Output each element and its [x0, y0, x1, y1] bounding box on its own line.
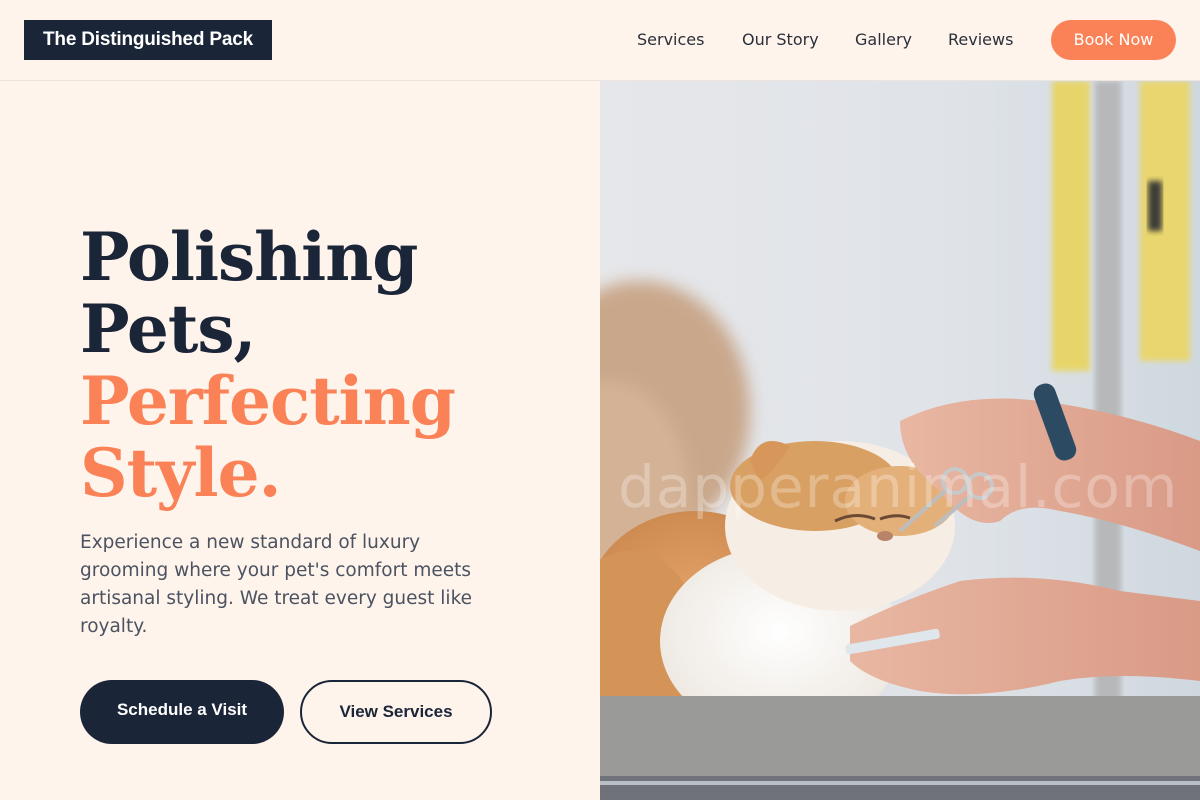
- site-header: The Distinguished Pack Services Our Stor…: [0, 0, 1200, 81]
- hero-content: Polishing Pets, Perfecting Style. Experi…: [0, 81, 600, 800]
- headline-line-3: Perfecting: [80, 362, 456, 440]
- nav-link-gallery[interactable]: Gallery: [855, 30, 912, 49]
- brand-logo[interactable]: The Distinguished Pack: [24, 20, 272, 60]
- image-watermark: dapperanimal.com: [618, 453, 1179, 521]
- nav-link-services[interactable]: Services: [637, 30, 704, 49]
- cat-grooming-illustration: [600, 81, 1200, 800]
- nav-link-our-story[interactable]: Our Story: [742, 30, 819, 49]
- headline-line-2: Pets,: [80, 290, 256, 368]
- hero-description: Experience a new standard of luxury groo…: [80, 532, 473, 637]
- view-services-button[interactable]: View Services: [300, 680, 492, 744]
- hero-photo-cat-grooming: dapperanimal.com: [600, 81, 1200, 800]
- nav-link-reviews[interactable]: Reviews: [948, 30, 1013, 49]
- book-now-button[interactable]: Book Now: [1051, 20, 1176, 60]
- headline-line-1: Polishing: [80, 218, 418, 296]
- schedule-visit-button[interactable]: Schedule a Visit: [80, 680, 284, 744]
- hero-headline: Polishing Pets, Perfecting Style.: [80, 221, 580, 509]
- headline-line-4: Style.: [80, 434, 282, 512]
